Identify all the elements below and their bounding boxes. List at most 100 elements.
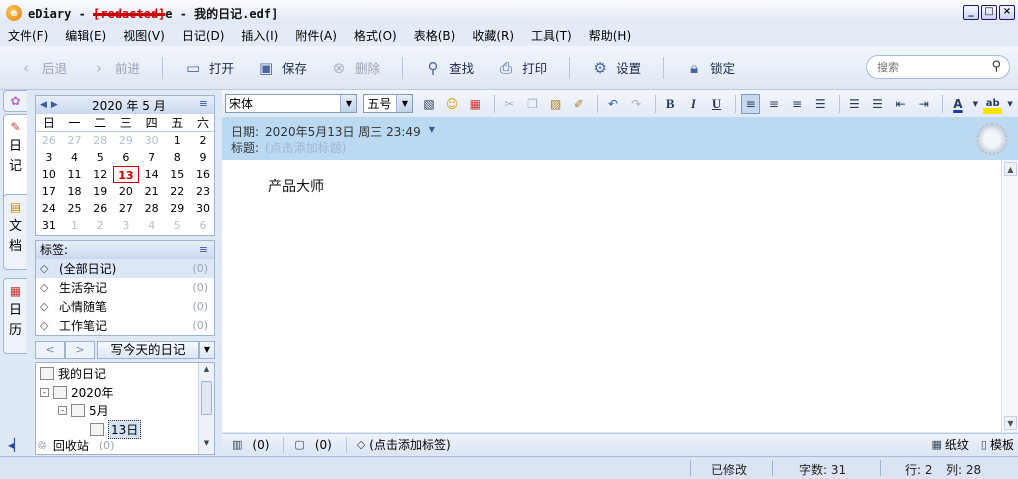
- menu-format[interactable]: 格式(O): [354, 27, 397, 44]
- calendar-day[interactable]: 6: [113, 149, 139, 166]
- delete-button[interactable]: ⊗ 删除: [329, 58, 380, 78]
- tree-month[interactable]: -5月: [58, 402, 109, 419]
- minimize-button[interactable]: _: [963, 5, 979, 20]
- search-icon[interactable]: ⚲: [991, 59, 1001, 74]
- insert-date-icon[interactable]: ▦: [466, 94, 485, 114]
- menu-view[interactable]: 视图(V): [123, 27, 165, 44]
- redo-icon[interactable]: ↷: [627, 94, 646, 114]
- italic-icon[interactable]: I: [684, 94, 703, 114]
- diary-editor[interactable]: 产品大师 ▲ ▼: [222, 160, 1018, 432]
- menu-tools[interactable]: 工具(T): [531, 27, 572, 44]
- maximize-button[interactable]: □: [981, 5, 997, 20]
- open-button[interactable]: ▭ 打开: [183, 58, 234, 78]
- insert-image-icon[interactable]: ▧: [419, 94, 438, 114]
- tag-all[interactable]: ◇ (全部日记) (0): [36, 259, 214, 278]
- numbered-list-icon[interactable]: ☰: [868, 94, 887, 114]
- calendar-day[interactable]: 23: [190, 183, 216, 200]
- entry-date[interactable]: 日期: 2020年5月13日 周三 23:49 ▼: [231, 123, 435, 140]
- scroll-thumb[interactable]: [201, 381, 212, 415]
- print-button[interactable]: ⎙ 打印: [496, 58, 547, 78]
- tag-mood[interactable]: ◇ 心情随笔 (0): [36, 297, 214, 316]
- template-button[interactable]: ▯ 模板: [981, 436, 1014, 453]
- menu-favorites[interactable]: 收藏(R): [472, 27, 514, 44]
- settings-button[interactable]: ⚙ 设置: [590, 58, 641, 78]
- search-input[interactable]: [877, 56, 989, 78]
- collapse-icon[interactable]: -: [58, 406, 67, 415]
- emoticon-icon[interactable]: ☺: [443, 94, 462, 114]
- calendar-day[interactable]: 5: [164, 217, 190, 234]
- write-today-button[interactable]: 写今天的日记: [97, 341, 199, 359]
- undo-icon[interactable]: ↶: [603, 94, 622, 114]
- menu-edit[interactable]: 编辑(E): [65, 27, 106, 44]
- tree-scrollbar[interactable]: ▲ ▼: [198, 363, 214, 454]
- calendar-day[interactable]: 1: [62, 217, 88, 234]
- calendar-day[interactable]: 17: [36, 183, 62, 200]
- scroll-down-icon[interactable]: ▼: [201, 439, 212, 451]
- calendar-menu-icon[interactable]: ≡: [199, 97, 208, 110]
- calendar-day[interactable]: 27: [113, 200, 139, 217]
- forward-button[interactable]: › 前进: [89, 58, 140, 78]
- calendar-day[interactable]: 26: [36, 132, 62, 149]
- calendar-day-today[interactable]: 13: [113, 166, 139, 183]
- highlight-icon[interactable]: ab: [983, 93, 1003, 114]
- calendar-title[interactable]: 2020 年 5 月: [92, 97, 166, 114]
- calendar-day[interactable]: 6: [190, 217, 216, 234]
- editor-scrollbar[interactable]: ▲ ▼: [1001, 160, 1018, 432]
- chevron-down-icon[interactable]: ▼: [1006, 94, 1014, 114]
- back-button[interactable]: ‹ 后退: [16, 58, 67, 78]
- calendar-day[interactable]: 16: [190, 166, 216, 183]
- calendar-day[interactable]: 22: [164, 183, 190, 200]
- calendar-day[interactable]: 30: [139, 132, 165, 149]
- calendar-day[interactable]: 3: [36, 149, 62, 166]
- lock-button[interactable]: 🔒︎ 锁定: [684, 58, 735, 78]
- calendar-day[interactable]: 28: [87, 132, 113, 149]
- menu-file[interactable]: 文件(F): [8, 27, 48, 44]
- calendar-day[interactable]: 26: [87, 200, 113, 217]
- calendar-day[interactable]: 4: [62, 149, 88, 166]
- entry-body[interactable]: 产品大师: [268, 176, 324, 196]
- calendar-day[interactable]: 4: [139, 217, 165, 234]
- tags-menu-icon[interactable]: ≡: [199, 241, 208, 259]
- bullet-list-icon[interactable]: ☰: [845, 94, 864, 114]
- menu-insert[interactable]: 插入(I): [241, 27, 278, 44]
- write-today-dropdown[interactable]: ▼: [199, 341, 215, 359]
- calendar-day[interactable]: 2: [87, 217, 113, 234]
- calendar-day[interactable]: 19: [87, 183, 113, 200]
- menu-diary[interactable]: 日记(D): [182, 27, 225, 44]
- font-size-select[interactable]: 五号 ▼: [363, 94, 414, 113]
- calendar-day[interactable]: 25: [62, 200, 88, 217]
- calendar-day[interactable]: 24: [36, 200, 62, 217]
- save-button[interactable]: ▣ 保存: [256, 58, 307, 78]
- collapse-icon[interactable]: -: [40, 388, 49, 397]
- underline-icon[interactable]: U: [707, 94, 726, 114]
- chevron-down-icon[interactable]: ▼: [971, 94, 979, 114]
- calendar-day[interactable]: 20: [113, 183, 139, 200]
- tab-documents[interactable]: ▤ 文 档: [3, 194, 27, 270]
- paste-icon[interactable]: ▨: [546, 94, 565, 114]
- close-button[interactable]: ×: [999, 5, 1015, 20]
- copy-icon[interactable]: ❐: [523, 94, 542, 114]
- find-button[interactable]: ⚲ 查找: [423, 58, 475, 78]
- font-select[interactable]: 宋体 ▼: [225, 94, 358, 113]
- tag-work[interactable]: ◇ 工作笔记 (0): [36, 316, 214, 335]
- calendar-day[interactable]: 29: [113, 132, 139, 149]
- prev-entry-button[interactable]: <: [35, 341, 65, 359]
- calendar-day[interactable]: 9: [190, 149, 216, 166]
- tree-year[interactable]: -2020年: [40, 384, 114, 401]
- paper-texture-button[interactable]: ▦ 纸纹: [932, 436, 969, 453]
- tag-life[interactable]: ◇ 生活杂记 (0): [36, 278, 214, 297]
- calendar-day[interactable]: 15: [164, 166, 190, 183]
- calendar-day[interactable]: 31: [36, 217, 62, 234]
- calendar-day[interactable]: 27: [62, 132, 88, 149]
- calendar-day[interactable]: 30: [190, 200, 216, 217]
- tab-calendar[interactable]: ▦ 日 历: [3, 278, 27, 354]
- calendar-day[interactable]: 1: [164, 132, 190, 149]
- calendar-day[interactable]: 8: [164, 149, 190, 166]
- weather-icon[interactable]: [976, 123, 1008, 155]
- calendar-day[interactable]: 11: [62, 166, 88, 183]
- chevron-down-icon[interactable]: ▼: [429, 123, 435, 140]
- collapse-panel-icon[interactable]: ◂▏: [8, 438, 23, 452]
- calendar-day[interactable]: 29: [164, 200, 190, 217]
- scroll-down-icon[interactable]: ▼: [1004, 416, 1017, 430]
- calendar-day[interactable]: 2: [190, 132, 216, 149]
